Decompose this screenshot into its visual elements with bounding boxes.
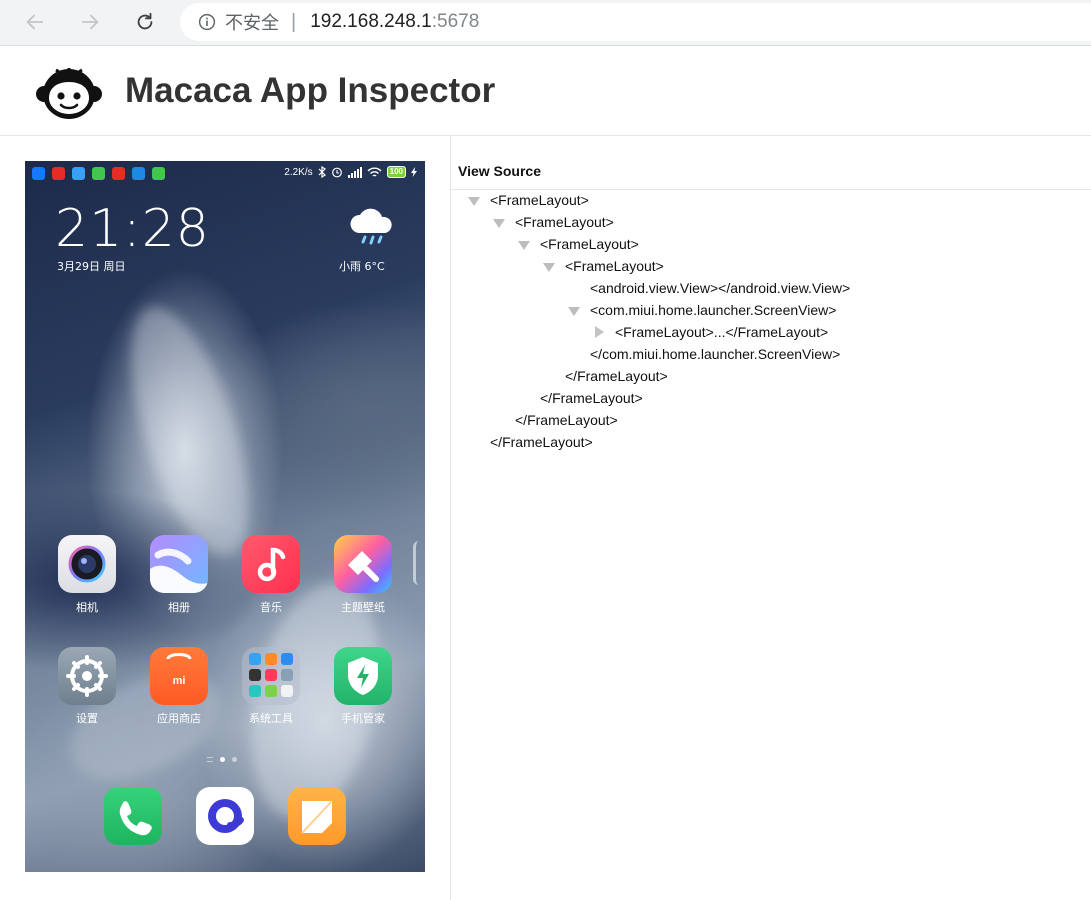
app-label-settings: 设置 — [76, 712, 98, 725]
app-label-system-tools: 系统工具 — [249, 712, 293, 725]
notes-icon[interactable] — [288, 787, 346, 845]
tree-node[interactable]: </FrameLayout> — [540, 387, 643, 409]
themes-icon[interactable] — [334, 535, 392, 593]
signal-icon — [347, 166, 362, 178]
address-bar[interactable]: 不安全 | 192.168.248.1:5678 — [180, 3, 1091, 41]
app-label-security: 手机管家 — [341, 712, 385, 725]
app-title: Macaca App Inspector — [125, 71, 496, 110]
collapse-triangle-icon[interactable] — [595, 326, 604, 338]
edge-peek-icon — [413, 541, 425, 585]
date-label: 3月29日 周日 — [57, 260, 126, 273]
phone-icon[interactable] — [104, 787, 162, 845]
tree-node[interactable]: <FrameLayout> — [515, 211, 614, 233]
network-speed: 2.2K/s — [284, 166, 313, 178]
tree-node[interactable]: </FrameLayout> — [490, 431, 593, 453]
wechat-notification-icon — [92, 167, 105, 180]
page-dot — [232, 757, 237, 762]
back-arrow-icon[interactable] — [20, 7, 50, 37]
view-source-title: View Source — [458, 163, 542, 179]
alipay-notification-icon — [32, 167, 45, 180]
rain-cloud-icon[interactable] — [347, 205, 397, 247]
expand-triangle-icon[interactable] — [543, 263, 555, 272]
expand-triangle-icon[interactable] — [518, 241, 530, 250]
browser-icon[interactable] — [196, 787, 254, 845]
url-host: 192.168.248.1 — [310, 11, 432, 32]
wechat-notification-icon — [152, 167, 165, 180]
system-tools-folder-icon[interactable] — [242, 647, 300, 705]
security-label: 不安全 — [225, 13, 279, 34]
info-icon[interactable] — [198, 13, 216, 31]
tree-node[interactable]: </com.miui.home.launcher.ScreenView> — [590, 343, 840, 365]
battery-icon: 100 — [386, 166, 406, 178]
tree-node[interactable]: <FrameLayout>...</FrameLayout> — [615, 321, 828, 343]
panel-divider — [450, 136, 451, 900]
expand-triangle-icon[interactable] — [568, 307, 580, 316]
tree-node[interactable]: <FrameLayout> — [540, 233, 639, 255]
settings-gear-icon[interactable] — [58, 647, 116, 705]
tree-node[interactable]: <android.view.View></android.view.View> — [590, 277, 850, 299]
app-label-app-store: 应用商店 — [157, 712, 201, 725]
status-bar: 2.2K/s 100 — [25, 161, 425, 187]
app-label-camera: 相机 — [76, 601, 98, 614]
clock-widget[interactable]: 21:28 — [55, 199, 210, 259]
bluetooth-icon — [318, 166, 326, 178]
expand-triangle-icon[interactable] — [493, 219, 505, 228]
app-label-music: 音乐 — [260, 601, 282, 614]
url-separator: | — [291, 10, 297, 33]
app-label-gallery: 相册 — [168, 601, 190, 614]
news-notification-icon — [112, 167, 125, 180]
tree-node[interactable]: <FrameLayout> — [565, 255, 664, 277]
device-screenshot[interactable]: 2.2K/s 100 21:28 3月29日 周日 小雨 6°C 相机 相册 音… — [25, 161, 425, 872]
tree-node[interactable]: </FrameLayout> — [515, 409, 618, 431]
url-port: :5678 — [431, 11, 480, 32]
app-label-themes: 主题壁纸 — [341, 601, 385, 614]
svg-text:mi: mi — [173, 675, 186, 687]
news-notification-icon — [52, 167, 65, 180]
wallpaper-highlight — [107, 293, 273, 569]
mail-notification-icon — [132, 167, 145, 180]
gallery-icon[interactable] — [150, 535, 208, 593]
alarm-icon — [331, 167, 342, 178]
reload-icon[interactable] — [130, 7, 160, 37]
page-dot — [220, 757, 225, 762]
tree-node[interactable]: </FrameLayout> — [565, 365, 668, 387]
expand-triangle-icon[interactable] — [468, 197, 480, 206]
weather-label: 小雨 6°C — [339, 260, 385, 273]
app-header: Macaca App Inspector — [0, 46, 1091, 136]
monkey-logo-icon — [36, 68, 102, 119]
cloud-notification-icon — [72, 167, 85, 180]
forward-arrow-icon[interactable] — [75, 7, 105, 37]
browser-toolbar: 不安全 | 192.168.248.1:5678 — [0, 0, 1091, 46]
page-indicator — [207, 757, 237, 762]
app-store-icon[interactable]: mi — [150, 647, 208, 705]
tree-node[interactable]: <FrameLayout> — [490, 189, 589, 211]
security-shield-icon[interactable] — [334, 647, 392, 705]
charging-bolt-icon — [411, 167, 417, 177]
tree-node[interactable]: <com.miui.home.launcher.ScreenView> — [590, 299, 836, 321]
camera-icon[interactable] — [58, 535, 116, 593]
page-dot — [207, 757, 213, 762]
wifi-icon — [367, 167, 382, 177]
music-icon[interactable] — [242, 535, 300, 593]
